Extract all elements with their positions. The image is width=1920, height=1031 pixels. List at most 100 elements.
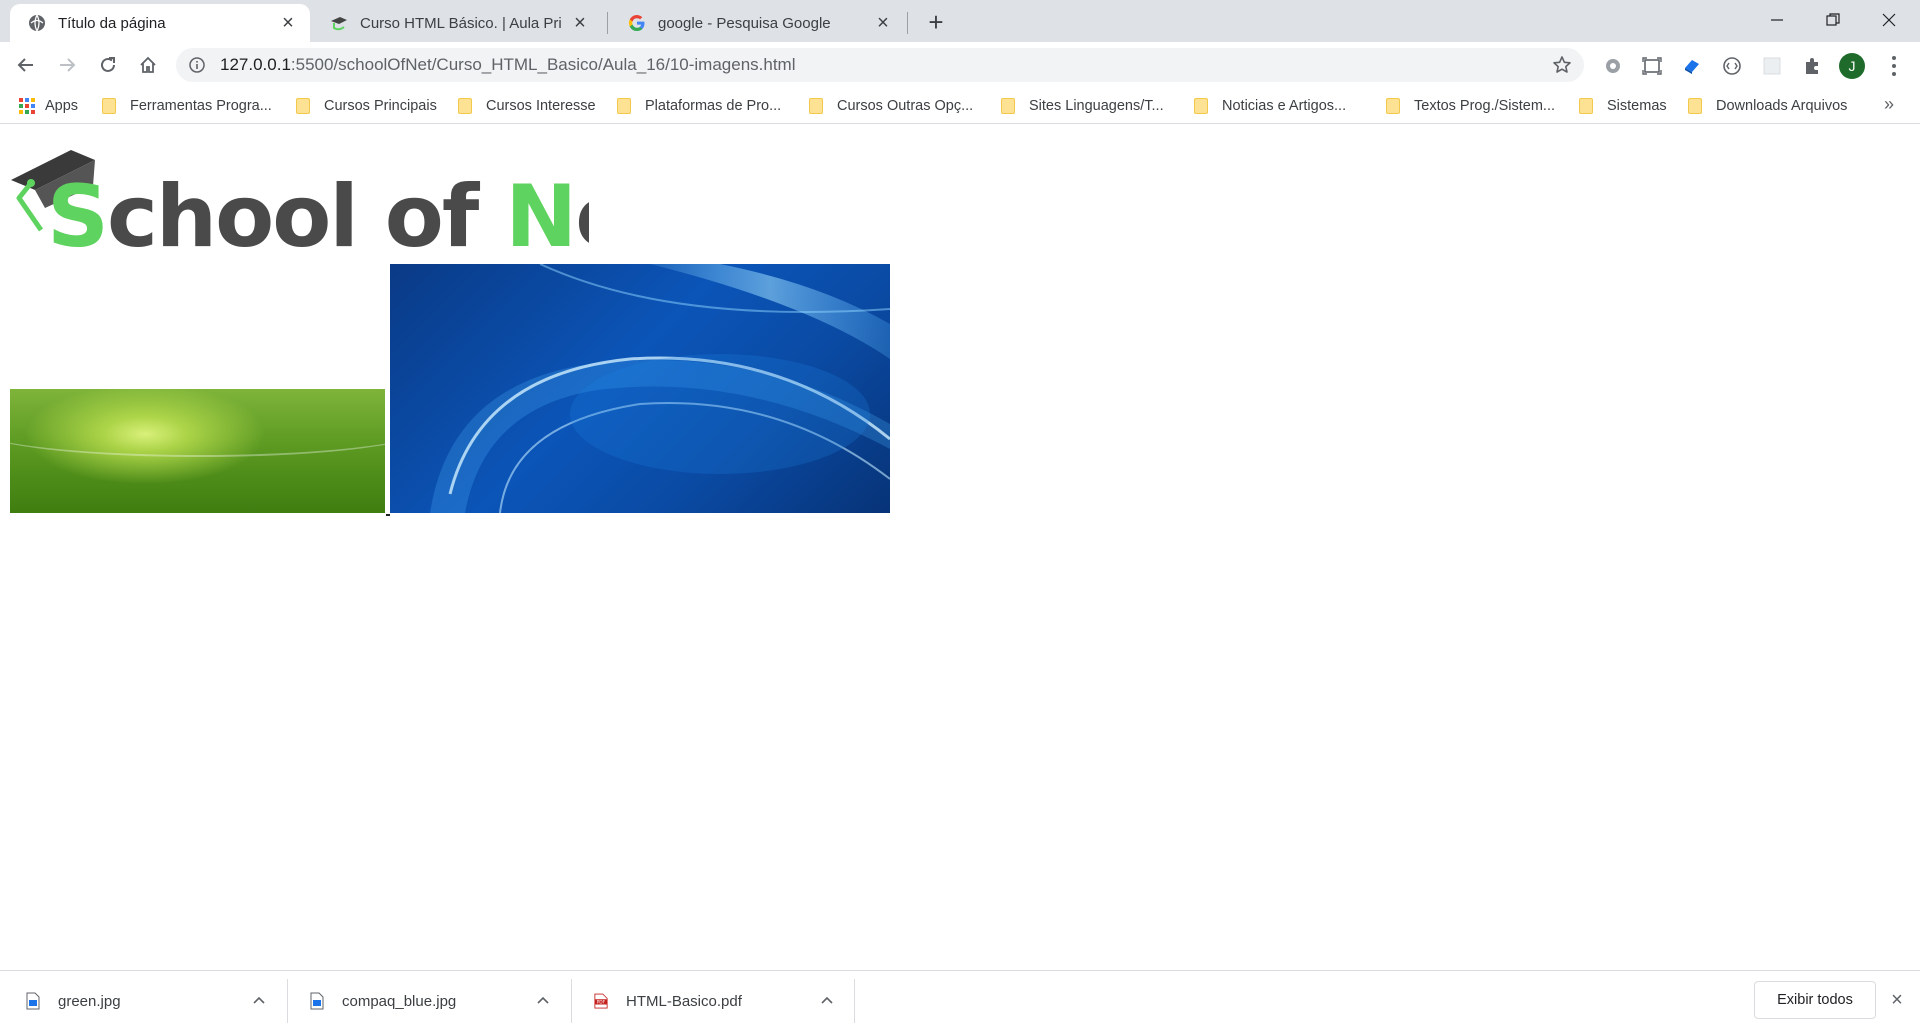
apps-grid-icon (19, 98, 35, 114)
image-file-icon (26, 992, 40, 1010)
bookmark-label: Ferramentas Progra... (130, 98, 272, 114)
folder-icon (809, 98, 823, 114)
link-underline (386, 514, 390, 516)
tab-curso-html[interactable]: Curso HTML Básico. | Aula Primeir × (312, 4, 602, 42)
bookmark-label: Cursos Principais (324, 98, 437, 114)
chevron-up-icon[interactable] (534, 991, 552, 1009)
tab-active[interactable]: Título da página × (10, 4, 310, 42)
schoolofnet-icon (330, 14, 348, 32)
screen-capture-icon[interactable] (1641, 55, 1663, 77)
download-separator (287, 979, 288, 1023)
bookmark-label: Plataformas de Pro... (645, 98, 782, 114)
tab-title: google - Pesquisa Google (658, 14, 831, 32)
pdf-file-icon: PDF (594, 992, 608, 1010)
address-bar[interactable]: 127.0.0.1:5500/schoolOfNet/Curso_HTML_Ba… (176, 48, 1584, 82)
forward-arrow-icon[interactable] (53, 51, 81, 79)
globe-icon (28, 14, 46, 32)
restore-icon[interactable] (1810, 0, 1856, 40)
download-item[interactable]: compaq_blue.jpg (310, 971, 562, 1031)
blue-image-swirls (430, 264, 890, 513)
folder-icon (1386, 98, 1400, 114)
back-arrow-icon[interactable] (12, 51, 40, 79)
bookmark-folder[interactable]: Cursos Outras Opç... (809, 94, 973, 118)
show-all-downloads-button[interactable]: Exibir todos (1754, 981, 1876, 1019)
download-item[interactable]: PDF HTML-Basico.pdf (594, 971, 846, 1031)
close-window-icon[interactable] (1866, 0, 1912, 40)
bookmark-folder[interactable]: Sistemas (1579, 94, 1667, 118)
bookmark-apps[interactable]: Apps (19, 94, 78, 118)
minimize-icon[interactable] (1754, 0, 1800, 40)
bookmark-folder[interactable]: Ferramentas Progra... (102, 94, 272, 118)
download-separator (854, 979, 855, 1023)
home-icon[interactable] (134, 51, 162, 79)
tab-title: Título da página (58, 14, 166, 32)
extensions-puzzle-icon[interactable] (1801, 55, 1823, 77)
bookmark-folder[interactable]: Sites Linguagens/T... (1001, 94, 1164, 118)
bookmarks-overflow-button[interactable]: » (1884, 94, 1894, 115)
tab-google[interactable]: google - Pesquisa Google × (610, 4, 905, 42)
tab-title: Curso HTML Básico. | Aula Primeir (360, 14, 562, 32)
folder-icon (102, 98, 116, 114)
bookmark-folder[interactable]: Cursos Interesse (458, 94, 596, 118)
profile-avatar[interactable]: J (1839, 53, 1865, 79)
tab-strip: Título da página × Curso HTML Básico. | … (0, 0, 1920, 42)
tab-separator (607, 12, 608, 34)
extension-blue-icon[interactable] (1681, 55, 1703, 77)
download-filename: compaq_blue.jpg (342, 992, 457, 1010)
logo-text-chool: chool (107, 167, 385, 253)
green-image-sheen (10, 397, 385, 457)
bookmark-folder[interactable]: Plataformas de Pro... (617, 94, 781, 118)
bookmarks-bar: Apps Ferramentas Progra... Cursos Princi… (0, 88, 1920, 124)
new-tab-button[interactable]: + (922, 7, 950, 37)
chevron-up-icon[interactable] (818, 991, 836, 1009)
tab-separator (907, 12, 908, 34)
bookmark-folder[interactable]: Cursos Principais (296, 94, 437, 118)
bookmark-folder[interactable]: Textos Prog./Sistem... (1386, 94, 1555, 118)
download-separator (571, 979, 572, 1023)
svg-text:School of Net: School of Net (47, 167, 589, 253)
extension-circle-icon[interactable] (1721, 55, 1743, 77)
logo-text-of: of (385, 167, 505, 253)
folder-icon (296, 98, 310, 114)
chevron-up-icon[interactable] (250, 991, 268, 1009)
close-tab-icon[interactable]: × (570, 12, 590, 34)
bookmark-star-icon[interactable] (1552, 55, 1572, 75)
image-file-icon (310, 992, 324, 1010)
reload-icon[interactable] (94, 51, 122, 79)
green-image (10, 389, 385, 513)
bookmark-label: Downloads Arquivos (1716, 98, 1848, 114)
download-item[interactable]: green.jpg (26, 971, 278, 1031)
close-tab-icon[interactable]: × (278, 12, 298, 34)
download-filename: green.jpg (58, 992, 121, 1010)
logo-letter-n: N (505, 167, 575, 253)
bookmark-folder[interactable]: Noticias e Artigos... (1194, 94, 1346, 118)
browser-menu-icon[interactable] (1884, 54, 1904, 78)
bookmark-folder[interactable]: Downloads Arquivos (1688, 94, 1847, 118)
extension-gear-icon[interactable] (1602, 55, 1624, 77)
google-icon (628, 14, 646, 32)
folder-icon (458, 98, 472, 114)
bookmark-label: Apps (45, 98, 79, 114)
folder-icon (1579, 98, 1593, 114)
browser-toolbar: 127.0.0.1:5500/schoolOfNet/Curso_HTML_Ba… (0, 42, 1920, 88)
site-info-icon[interactable] (188, 56, 206, 74)
url-text[interactable]: 127.0.0.1:5500/schoolOfNet/Curso_HTML_Ba… (220, 55, 796, 75)
svg-text:PDF: PDF (597, 1000, 606, 1006)
download-shelf: green.jpg compaq_blue.jpg PDF HTML-Basic… (0, 970, 1920, 1030)
url-path: :5500/schoolOfNet/Curso_HTML_Basico/Aula… (290, 55, 796, 74)
school-of-net-logo: School of Net (11, 150, 589, 253)
extension-blank-icon[interactable] (1761, 55, 1783, 77)
bookmark-label: Sites Linguagens/T... (1029, 98, 1164, 114)
page-viewport: School of Net (0, 125, 1920, 970)
logo-letter-s: S (47, 167, 107, 253)
folder-icon (1001, 98, 1015, 114)
download-filename: HTML-Basico.pdf (626, 992, 742, 1010)
close-tab-icon[interactable]: × (873, 12, 893, 34)
bookmark-label: Cursos Interesse (486, 98, 596, 114)
folder-icon (1688, 98, 1702, 114)
close-shelf-icon[interactable]: × (1886, 989, 1908, 1011)
bookmark-label: Textos Prog./Sistem... (1414, 98, 1556, 114)
folder-icon (617, 98, 631, 114)
url-host: 127.0.0.1 (220, 55, 291, 74)
bookmark-label: Sistemas (1607, 98, 1667, 114)
